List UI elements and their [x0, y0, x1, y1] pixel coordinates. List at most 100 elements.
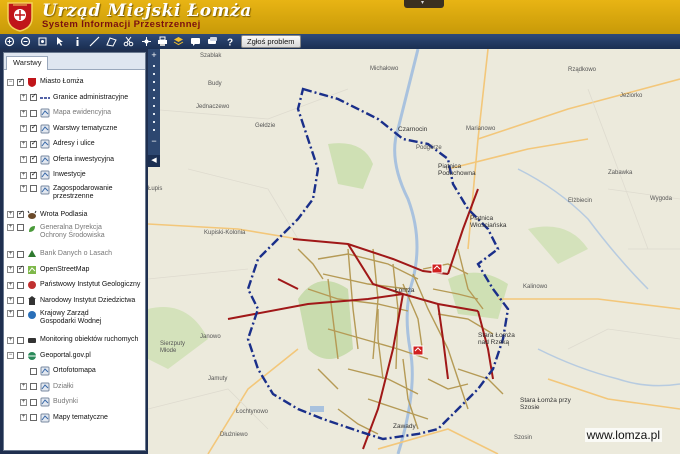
- zoom-in-icon[interactable]: [3, 35, 16, 48]
- layer-row[interactable]: + Mapy tematyczne: [20, 412, 108, 424]
- layers-icon[interactable]: [172, 35, 185, 48]
- layer-row[interactable]: + Budynki: [20, 396, 78, 408]
- expand-toggle-icon[interactable]: +: [20, 125, 27, 132]
- place-label: Janowo: [200, 334, 221, 340]
- collapse-panel-button[interactable]: ◀: [148, 155, 160, 167]
- layer-checkbox[interactable]: [17, 264, 24, 273]
- layer-row[interactable]: + Oferta inwestycyjna: [20, 154, 114, 166]
- layer-row[interactable]: + Narodowy Instytut Dziedzictwa: [7, 295, 135, 307]
- comment-icon[interactable]: [189, 35, 202, 48]
- layer-checkbox[interactable]: [17, 209, 24, 218]
- layer-row[interactable]: + Bank Danych o Lasach: [7, 248, 112, 260]
- zoom-extent-icon[interactable]: [36, 35, 49, 48]
- print-icon[interactable]: [156, 35, 169, 48]
- layer-checkbox[interactable]: [17, 336, 24, 344]
- zoom-level-tick[interactable]: [153, 65, 155, 67]
- chat-icon[interactable]: [206, 35, 219, 48]
- map-view[interactable]: Szablak Michałowo Rządkowo Budy Jeziorko…: [148, 49, 680, 454]
- expand-toggle-icon[interactable]: +: [20, 171, 27, 179]
- expand-toggle-icon[interactable]: +: [20, 383, 27, 390]
- zoom-level-tick[interactable]: [153, 97, 155, 99]
- layer-row[interactable]: Ortofotomapa: [20, 365, 96, 377]
- layer-row[interactable]: + Zagospodarowanie przestrzenne: [20, 184, 133, 207]
- zoom-slider[interactable]: + −: [148, 49, 160, 167]
- expand-toggle-icon[interactable]: +: [7, 336, 14, 344]
- layer-row[interactable]: − Geoportal.gov.pl: [7, 350, 91, 362]
- layer-row[interactable]: + Adresy i ulice: [20, 138, 95, 150]
- zoom-level-tick[interactable]: [153, 81, 155, 83]
- layer-checkbox[interactable]: [30, 367, 37, 375]
- layer-checkbox[interactable]: [30, 139, 37, 148]
- layer-checkbox[interactable]: [17, 297, 24, 304]
- layer-row[interactable]: + OpenStreetMap: [7, 264, 89, 276]
- zoom-out-icon[interactable]: [19, 35, 32, 48]
- zoom-level-tick[interactable]: [153, 89, 155, 91]
- expand-toggle-icon[interactable]: +: [20, 184, 27, 192]
- investment-marker-icon[interactable]: [431, 263, 443, 274]
- expand-toggle-icon[interactable]: +: [7, 297, 14, 304]
- layer-checkbox[interactable]: [30, 398, 37, 406]
- collapse-toggle-icon[interactable]: −: [7, 78, 14, 86]
- expand-toggle-icon[interactable]: +: [7, 224, 14, 231]
- layer-row[interactable]: + Mapa ewidencyjna: [20, 107, 111, 119]
- measure-line-icon[interactable]: [88, 35, 101, 48]
- scissors-icon[interactable]: [122, 35, 135, 48]
- layer-row[interactable]: + Monitoring obiektów ruchomych: [7, 334, 138, 346]
- pointer-icon[interactable]: [53, 35, 66, 48]
- collapse-toggle-icon[interactable]: −: [7, 352, 14, 359]
- layer-checkbox[interactable]: [30, 154, 37, 163]
- measure-area-icon[interactable]: [105, 35, 118, 48]
- layer-row[interactable]: + Działki: [20, 381, 74, 393]
- expand-toggle-icon[interactable]: +: [7, 250, 14, 258]
- expand-toggle-icon[interactable]: +: [20, 109, 27, 117]
- layer-checkbox[interactable]: [17, 352, 24, 359]
- pan-icon[interactable]: [140, 35, 153, 48]
- layer-row[interactable]: + Państwowy Instytut Geologiczny: [7, 279, 140, 291]
- layer-checkbox[interactable]: [30, 92, 37, 101]
- report-problem-button[interactable]: Zgłoś problem: [241, 35, 301, 48]
- layer-checkbox[interactable]: [30, 414, 37, 421]
- expand-toggle-icon[interactable]: +: [20, 156, 27, 163]
- help-icon[interactable]: ?: [223, 35, 236, 48]
- layer-checkbox[interactable]: [30, 123, 37, 132]
- info-icon[interactable]: [71, 35, 84, 48]
- layer-row[interactable]: + Warstwy tematyczne: [20, 123, 117, 135]
- expand-toggle-icon[interactable]: +: [7, 310, 14, 317]
- layer-row[interactable]: + Generalna Dyrekcja Ochrony Środowiska: [7, 224, 120, 246]
- zoom-level-tick[interactable]: [153, 73, 155, 75]
- zoom-in-button[interactable]: +: [150, 51, 158, 60]
- app-title: Urząd Miejski Łomża: [42, 1, 252, 21]
- layer-row[interactable]: − Miasto Łomża: [7, 76, 84, 88]
- layer-label: Inwestycje: [53, 171, 86, 178]
- layer-row[interactable]: + Granice administracyjne: [20, 92, 128, 104]
- layer-checkbox[interactable]: [30, 184, 37, 192]
- layer-row[interactable]: + Wrota Podlasia: [7, 209, 87, 221]
- expand-toggle-icon[interactable]: +: [20, 94, 27, 101]
- layer-checkbox[interactable]: [17, 310, 24, 317]
- layer-checkbox[interactable]: [17, 224, 24, 231]
- zoom-out-button[interactable]: −: [150, 137, 158, 146]
- expand-toggle-icon[interactable]: +: [20, 414, 27, 421]
- zoom-level-tick[interactable]: [153, 129, 155, 131]
- layer-checkbox[interactable]: [30, 109, 37, 117]
- tab-layers[interactable]: Warstwy: [6, 56, 49, 70]
- zoom-level-tick[interactable]: [153, 121, 155, 123]
- expand-toggle-icon[interactable]: +: [20, 398, 27, 406]
- zoom-level-tick[interactable]: [153, 105, 155, 107]
- header-collapse-tab[interactable]: ▾: [404, 0, 444, 8]
- expand-toggle-icon[interactable]: +: [7, 266, 14, 273]
- expand-toggle-icon[interactable]: +: [7, 281, 14, 289]
- layer-checkbox[interactable]: [17, 77, 24, 86]
- layer-checkbox[interactable]: [17, 250, 24, 258]
- investment-marker-icon[interactable]: [412, 345, 424, 356]
- zoom-level-tick[interactable]: [153, 113, 155, 115]
- layer-checkbox[interactable]: [17, 281, 24, 289]
- layer-checkbox[interactable]: [30, 170, 37, 179]
- layer-label: Budynki: [53, 398, 78, 405]
- layer-checkbox[interactable]: [30, 383, 37, 390]
- expand-toggle-icon[interactable]: +: [20, 140, 27, 148]
- layer-row[interactable]: + Krajowy Zarząd Gospodarki Wodnej: [7, 310, 120, 332]
- building-icon: [40, 397, 50, 407]
- layer-row[interactable]: + Inwestycje: [20, 169, 86, 181]
- expand-toggle-icon[interactable]: +: [7, 211, 14, 218]
